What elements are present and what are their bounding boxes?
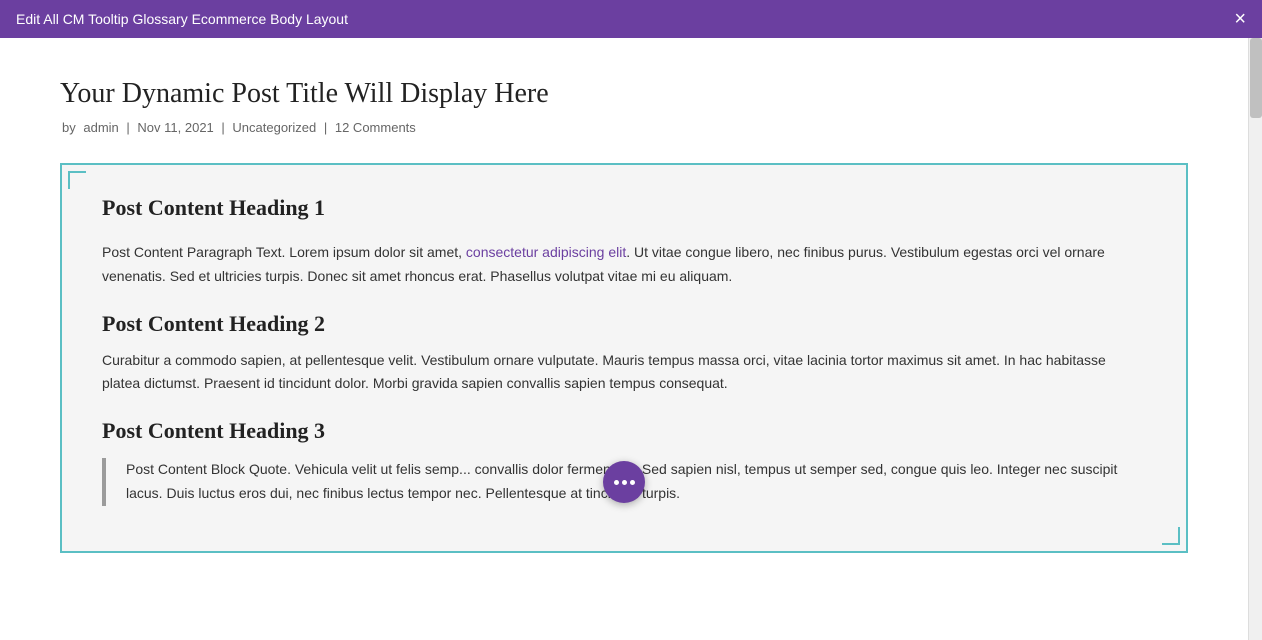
title-bar-label: Edit All CM Tooltip Glossary Ecommerce B…	[16, 11, 348, 27]
post-meta-sep3: |	[324, 120, 331, 135]
scrollbar-thumb[interactable]	[1250, 38, 1262, 118]
content-heading-2: Post Content Heading 2	[102, 311, 1146, 337]
post-title: Your Dynamic Post Title Will Display Her…	[60, 78, 1188, 110]
corner-handle-br	[1162, 527, 1180, 545]
post-meta-prefix: by	[62, 120, 76, 135]
post-meta-sep1: |	[126, 120, 133, 135]
main-content: Your Dynamic Post Title Will Display Her…	[0, 38, 1248, 640]
content-heading-3: Post Content Heading 3	[102, 418, 1146, 444]
post-meta: by admin | Nov 11, 2021 | Uncategorized …	[60, 120, 1188, 135]
scrollbar[interactable]	[1248, 38, 1262, 640]
fab-dots	[614, 480, 635, 485]
fab-button[interactable]	[603, 461, 645, 503]
title-bar: Edit All CM Tooltip Glossary Ecommerce B…	[0, 0, 1262, 38]
content-paragraph-1: Post Content Paragraph Text. Lorem ipsum…	[102, 241, 1146, 289]
corner-handle-tl	[68, 171, 86, 189]
post-meta-author: admin	[83, 120, 118, 135]
fab-dot-3	[630, 480, 635, 485]
post-meta-sep2: |	[221, 120, 228, 135]
post-meta-category: Uncategorized	[232, 120, 316, 135]
content-paragraph-2: Curabitur a commodo sapien, at pellentes…	[102, 349, 1146, 397]
fab-dot-2	[622, 480, 627, 485]
content-heading-1: Post Content Heading 1	[102, 195, 1146, 221]
post-meta-comments: 12 Comments	[335, 120, 416, 135]
paragraph1-link[interactable]: consectetur adipiscing elit	[466, 244, 626, 260]
content-block-inner: Post Content Heading 1 Post Content Para…	[102, 195, 1146, 506]
fab-dot-1	[614, 480, 619, 485]
content-block[interactable]: Post Content Heading 1 Post Content Para…	[60, 163, 1188, 553]
close-button[interactable]: ×	[1234, 9, 1246, 29]
post-meta-date: Nov 11, 2021	[137, 120, 213, 135]
paragraph1-before-link: Post Content Paragraph Text. Lorem ipsum…	[102, 244, 466, 260]
